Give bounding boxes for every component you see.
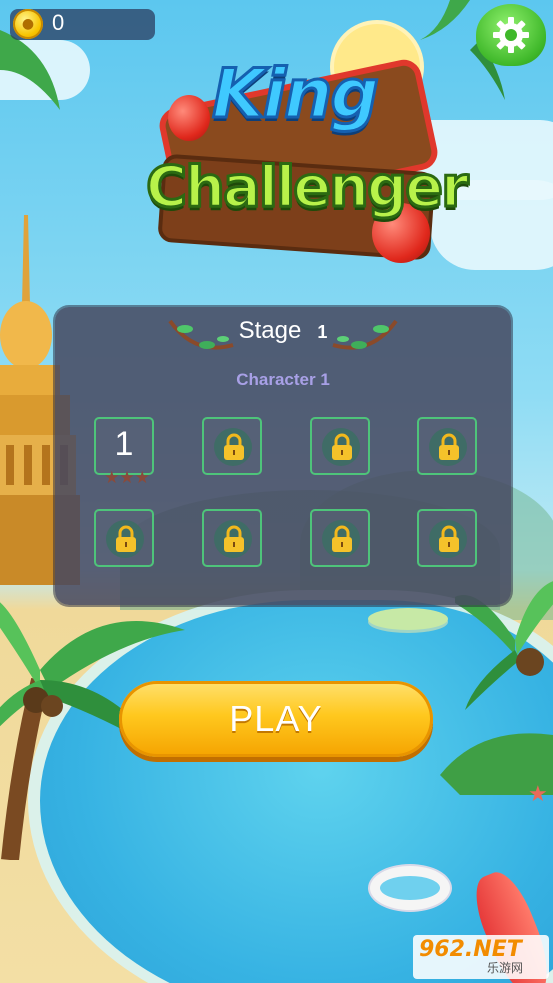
level-number: 1 bbox=[114, 425, 134, 463]
level-locked-button[interactable] bbox=[417, 509, 477, 567]
watermark-subtext: 乐游网 bbox=[487, 961, 524, 975]
coin-count: 0 bbox=[52, 10, 65, 35]
starfish-icon: ★ bbox=[528, 782, 548, 807]
coin-icon: ● bbox=[13, 9, 43, 39]
small-island bbox=[368, 608, 448, 630]
level-locked-button[interactable] bbox=[202, 417, 262, 475]
lock-icon bbox=[332, 525, 352, 552]
stage-number: 1 bbox=[317, 322, 328, 342]
level-1-button[interactable]: 1 ★★★ bbox=[94, 417, 154, 488]
lock-icon bbox=[116, 525, 136, 552]
gear-icon bbox=[493, 17, 529, 53]
level-locked-button[interactable] bbox=[94, 509, 154, 567]
settings-button[interactable] bbox=[476, 4, 546, 66]
level-locked-button[interactable] bbox=[310, 509, 370, 567]
logo-challenger-text: Challenger bbox=[145, 154, 471, 222]
lock-icon bbox=[439, 525, 459, 552]
level-locked-button[interactable] bbox=[417, 417, 477, 475]
star-rating: ★★★ bbox=[104, 468, 150, 488]
palm-top-left bbox=[0, 30, 60, 110]
watermark: 962.NET 乐游网 bbox=[413, 935, 549, 979]
play-button[interactable]: PLAY bbox=[119, 681, 433, 757]
lock-icon bbox=[224, 525, 244, 552]
level-locked-button[interactable] bbox=[310, 417, 370, 475]
stage-title: Stage 1 bbox=[55, 317, 511, 345]
lock-icon bbox=[439, 433, 459, 460]
play-button-label: PLAY bbox=[229, 698, 323, 739]
stage-label: Stage bbox=[238, 317, 302, 344]
level-locked-button[interactable] bbox=[202, 509, 262, 567]
game-logo: King Challenger bbox=[140, 54, 470, 265]
character-label: Character 1 bbox=[236, 370, 330, 389]
swim-ring bbox=[370, 866, 450, 910]
logo-king-text: King bbox=[210, 54, 380, 136]
vine-right-icon bbox=[332, 319, 398, 350]
strawberry-icon bbox=[168, 95, 210, 141]
lock-icon bbox=[332, 433, 352, 460]
stage-select-panel: Stage 1 Character 1 1 ★★★ bbox=[55, 307, 511, 605]
lock-icon bbox=[224, 433, 244, 460]
